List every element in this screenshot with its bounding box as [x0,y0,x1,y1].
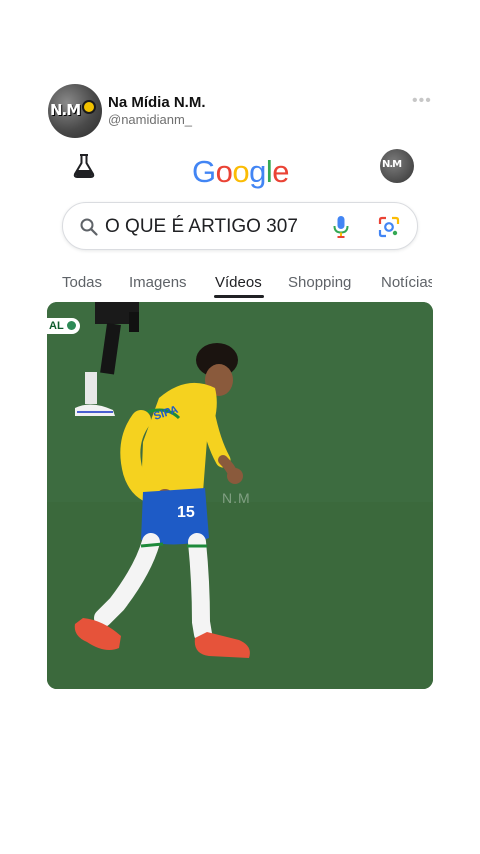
search-query[interactable]: O QUE É ARTIGO 307 [105,216,298,238]
video-watermark: N.M [222,490,251,506]
search-tabs: Todas Imagens Vídeos Shopping Notícias [48,266,432,300]
search-bar[interactable]: O QUE É ARTIGO 307 [62,202,418,250]
post-header: N.M Na Mídia N.M. @namidianm_ ••• [48,84,438,138]
logo-letter: o [232,154,250,189]
logo-letter: o [215,154,233,189]
account-avatar[interactable]: N.M [48,84,102,138]
mic-icon[interactable] [331,215,351,239]
profile-avatar[interactable]: N.M [380,149,414,183]
badge-text: AL [49,320,64,332]
broadcast-badge: AL [47,318,80,334]
logo-letter: e [272,154,290,189]
shirt-number: 15 [177,504,195,521]
avatar-monogram: N.M [50,101,81,119]
logo-letter: G [192,154,216,189]
account-handle[interactable]: @namidianm_ [108,112,192,127]
tab-imagens[interactable]: Imagens [129,274,187,291]
lens-icon[interactable] [378,216,400,238]
logo-letter: g [249,154,266,189]
more-icon[interactable]: ••• [412,92,432,110]
video-result[interactable]: SIPA 15 AL N.M [47,302,433,689]
tab-shopping[interactable]: Shopping [288,274,351,291]
search-icon[interactable] [79,217,99,237]
labs-flask-icon[interactable] [70,152,98,180]
tab-noticias[interactable]: Notícias [381,274,432,291]
tab-todas[interactable]: Todas [62,274,102,291]
active-tab-indicator [214,295,264,298]
account-name[interactable]: Na Mídia N.M. [108,94,206,111]
google-logo: Google [192,154,290,190]
tab-videos[interactable]: Vídeos [215,274,262,291]
bee-icon [82,100,96,114]
profile-monogram: N.M [382,159,402,170]
team-crest-icon [66,321,76,330]
pitch-shade [47,502,433,689]
